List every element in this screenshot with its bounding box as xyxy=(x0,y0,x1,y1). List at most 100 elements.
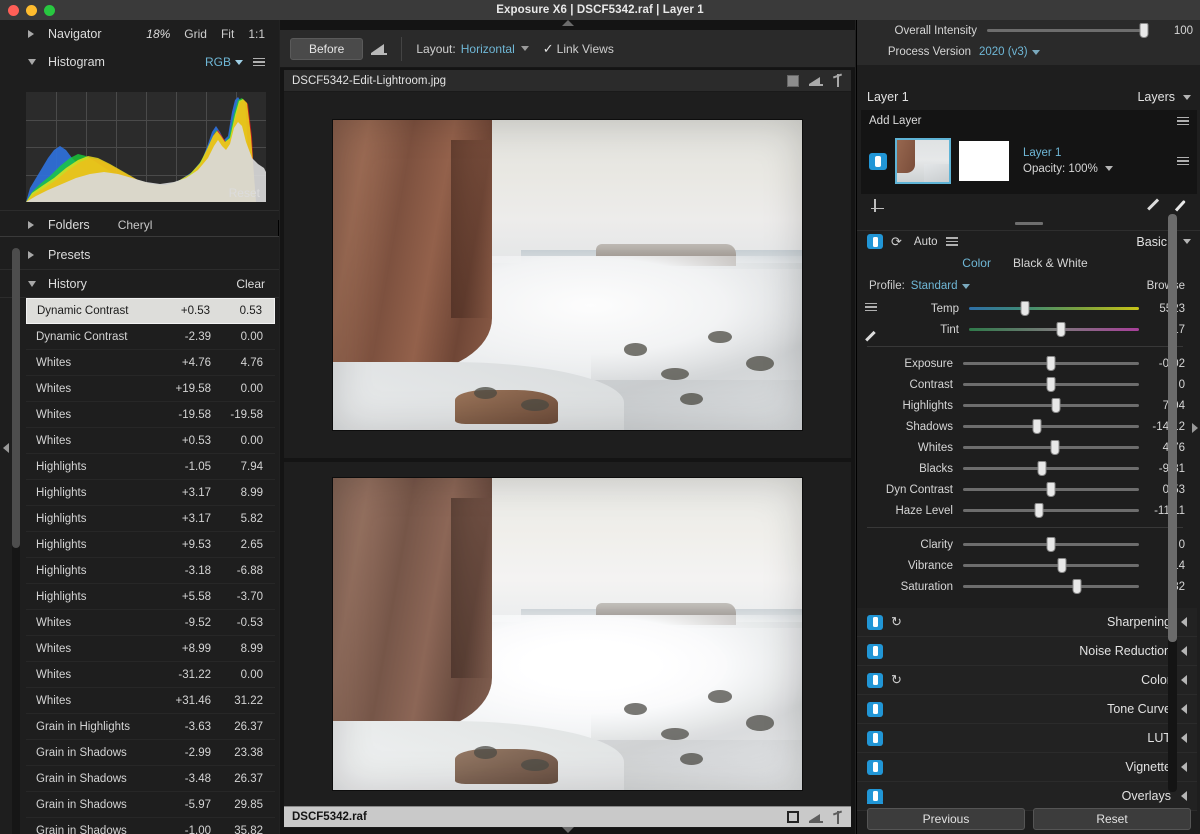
slider-row-haze-level[interactable]: Haze Level-11.11 xyxy=(857,500,1193,521)
slider-knob[interactable] xyxy=(1051,398,1061,413)
top-photo-wrap[interactable] xyxy=(284,92,851,458)
history-item[interactable]: Grain in Highlights -3.63 26.37 xyxy=(26,714,275,740)
navigator-fit-button[interactable]: Fit xyxy=(221,27,234,41)
folders-header[interactable]: Folders Cheryl xyxy=(0,210,279,238)
previous-button[interactable]: Previous xyxy=(867,808,1025,830)
collapse-left-panel-button[interactable] xyxy=(1,440,11,456)
layer-menu-icon[interactable] xyxy=(1177,155,1189,168)
browse-profiles-button[interactable]: Browse xyxy=(1147,280,1185,292)
layer-row[interactable]: Layer 1 Opacity: 100% xyxy=(861,132,1197,190)
chevron-left-icon[interactable] xyxy=(1181,704,1187,714)
left-scrollbar-thumb[interactable] xyxy=(12,248,20,548)
history-header[interactable]: History Clear xyxy=(0,270,279,298)
pin-icon[interactable] xyxy=(833,810,843,824)
history-item[interactable]: Highlights -1.05 7.94 xyxy=(26,454,275,480)
history-item[interactable]: Highlights -3.18 -6.88 xyxy=(26,558,275,584)
history-item[interactable]: Whites -9.52 -0.53 xyxy=(26,610,275,636)
history-item[interactable]: Whites +31.46 31.22 xyxy=(26,688,275,714)
slider-knob[interactable] xyxy=(1046,377,1056,392)
tab-black-and-white[interactable]: Black & White xyxy=(1013,256,1088,270)
process-version-row[interactable]: Process Version 2020 (v3) xyxy=(857,41,1200,63)
layers-menu-icon[interactable] xyxy=(1177,115,1189,128)
panel-strip-lut[interactable]: LUT xyxy=(857,724,1197,753)
tab-color[interactable]: Color xyxy=(962,256,991,270)
profile-value[interactable]: Standard xyxy=(911,280,958,292)
layer-name[interactable]: Layer 1 xyxy=(1023,147,1113,159)
history-item[interactable]: Grain in Shadows -1.00 35.82 xyxy=(26,818,275,834)
history-item[interactable]: Highlights +9.53 2.65 xyxy=(26,532,275,558)
slider-track[interactable] xyxy=(963,440,1139,455)
slider-knob[interactable] xyxy=(1020,301,1030,316)
basic-enable-toggle[interactable] xyxy=(867,234,883,249)
chevron-down-icon[interactable] xyxy=(520,46,529,51)
process-version-value[interactable]: 2020 (v3) xyxy=(979,46,1028,58)
refresh-icon[interactable]: ↻ xyxy=(891,614,902,630)
soft-proof-icon[interactable] xyxy=(371,43,388,55)
close-button[interactable] xyxy=(8,4,19,16)
minimize-button[interactable] xyxy=(26,4,37,16)
filmstrip-toggle-top-icon[interactable] xyxy=(561,20,574,26)
layer-thumbnail[interactable] xyxy=(895,138,951,184)
chevron-down-icon[interactable] xyxy=(1105,166,1114,172)
refresh-icon[interactable]: ⟳ xyxy=(891,234,902,250)
panel-enable-toggle[interactable] xyxy=(867,643,883,659)
slider-knob[interactable] xyxy=(1034,503,1044,518)
soft-proof-icon[interactable] xyxy=(809,75,823,86)
chevron-left-icon[interactable] xyxy=(1181,617,1187,627)
layer-opacity[interactable]: Opacity: 100% xyxy=(1023,163,1114,175)
slider-row-clarity[interactable]: Clarity 0 xyxy=(857,534,1193,555)
add-layer-row[interactable]: Add Layer xyxy=(861,110,1197,132)
zoom-button[interactable] xyxy=(44,4,55,16)
before-button[interactable]: Before xyxy=(290,37,364,60)
slider-row-vibrance[interactable]: Vibrance 14 xyxy=(857,555,1193,576)
panel-strip-tone-curve[interactable]: Tone Curve xyxy=(857,695,1197,724)
histogram-reset-button[interactable]: Reset xyxy=(229,186,260,200)
refresh-icon[interactable]: ↻ xyxy=(891,672,902,688)
slider-track[interactable] xyxy=(963,482,1139,497)
slider-row-temp[interactable]: Temp5523 xyxy=(857,298,1193,319)
slider-knob[interactable] xyxy=(1032,419,1042,434)
histogram-menu-icon[interactable] xyxy=(253,56,265,69)
slider-row-blacks[interactable]: Blacks-9.31 xyxy=(857,458,1193,479)
history-item[interactable]: Highlights +3.17 8.99 xyxy=(26,480,275,506)
history-item[interactable]: Grain in Shadows -5.97 29.85 xyxy=(26,792,275,818)
history-item[interactable]: Whites +0.53 0.00 xyxy=(26,428,275,454)
panel-enable-toggle[interactable] xyxy=(867,614,883,630)
slider-knob[interactable] xyxy=(1072,579,1082,594)
right-panel-divider[interactable] xyxy=(857,218,1200,228)
chevron-left-icon[interactable] xyxy=(1181,646,1187,656)
slider-row-whites[interactable]: Whites4.76 xyxy=(857,437,1193,458)
overall-intensity-slider[interactable] xyxy=(987,23,1149,38)
slider-knob[interactable] xyxy=(1037,461,1047,476)
slider-row-tint[interactable]: Tint 17 xyxy=(857,319,1193,340)
bottom-photo-wrap[interactable] xyxy=(284,462,851,806)
slider-row-shadows[interactable]: Shadows-14.12 xyxy=(857,416,1193,437)
history-item[interactable]: Dynamic Contrast +0.53 0.53 xyxy=(26,298,275,324)
original-photo[interactable] xyxy=(332,477,803,791)
layer-visibility-toggle[interactable] xyxy=(869,152,887,170)
hamburger-icon[interactable] xyxy=(865,301,881,317)
slider-track[interactable] xyxy=(963,377,1139,392)
panel-strip-noise-reduction[interactable]: Noise Reduction xyxy=(857,637,1197,666)
link-views-checkbox[interactable]: ✓ Link Views xyxy=(543,41,614,57)
slider-track[interactable] xyxy=(963,419,1139,434)
brush-icon[interactable] xyxy=(1173,198,1187,212)
history-item[interactable]: Dynamic Contrast -2.39 0.00 xyxy=(26,324,275,350)
auto-button[interactable]: Auto xyxy=(914,236,938,248)
panel-strip-vignette[interactable]: Vignette xyxy=(857,753,1197,782)
chevron-left-icon[interactable] xyxy=(1181,762,1187,772)
history-list[interactable]: Dynamic Contrast +0.53 0.53 Dynamic Contras… xyxy=(26,298,275,834)
navigator-header[interactable]: Navigator 18% Grid Fit 1:1 xyxy=(0,20,279,48)
chevron-left-icon[interactable] xyxy=(1181,791,1187,801)
history-clear-button[interactable]: Clear xyxy=(236,277,265,291)
slider-row-contrast[interactable]: Contrast 0 xyxy=(857,374,1193,395)
slider-row-saturation[interactable]: Saturation 32 xyxy=(857,576,1193,597)
panel-strip-color[interactable]: ↻ Color xyxy=(857,666,1197,695)
reset-button[interactable]: Reset xyxy=(1033,808,1191,830)
chevron-down-icon[interactable] xyxy=(1183,239,1191,244)
slider-knob[interactable] xyxy=(1046,356,1056,371)
history-item[interactable]: Highlights +3.17 5.82 xyxy=(26,506,275,532)
compare-square-icon[interactable] xyxy=(787,811,799,823)
navigator-1to1-button[interactable]: 1:1 xyxy=(248,27,265,41)
history-item[interactable]: Whites +19.58 0.00 xyxy=(26,376,275,402)
